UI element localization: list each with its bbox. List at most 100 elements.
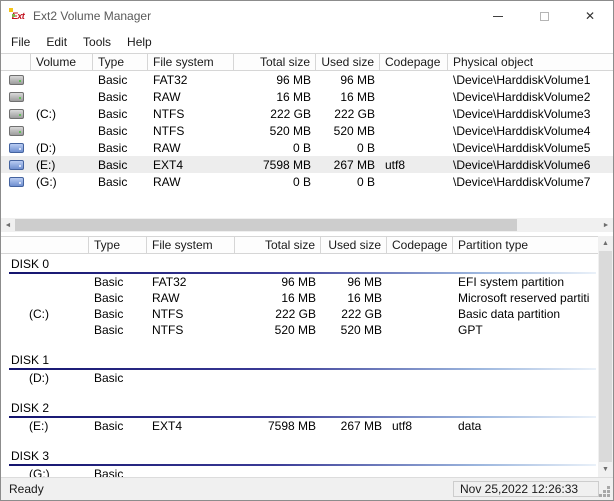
volume-icon-cell (1, 71, 31, 88)
scroll-up-button[interactable]: ▲ (598, 236, 613, 251)
volume-icon-cell (1, 173, 31, 190)
type-cell: Basic (94, 307, 124, 321)
volume-icon-cell (1, 88, 31, 105)
column-header-physical-object[interactable]: Physical object (448, 54, 613, 70)
vertical-scroll-track[interactable] (598, 251, 613, 462)
total-size-cell: 0 B (292, 140, 311, 155)
used-size-cell (321, 466, 387, 477)
volume-cell (31, 122, 93, 139)
total-size-cell: 96 MB (276, 72, 311, 87)
type-cell: Basic (94, 323, 124, 337)
menu-item-edit[interactable]: Edit (38, 32, 75, 52)
physical-object-cell: \Device\HarddiskVolume5 (453, 140, 591, 155)
used-size-cell: 520 MB (333, 123, 375, 138)
used-size-cell: 520 MB (340, 323, 382, 337)
file-system-cell (147, 466, 235, 477)
volume-row[interactable]: (E:) Basic EXT4 7598 MB 267 MB utf8 \Device\Ha… (1, 156, 613, 173)
volume-row[interactable]: (D:) Basic RAW 0 B 0 B \Device\HarddiskVolume… (1, 139, 613, 156)
horizontal-scroll-track[interactable] (15, 218, 599, 232)
maximize-button[interactable] (521, 1, 567, 31)
horizontal-scrollbar[interactable]: ◄ ► (1, 218, 613, 232)
type-cell: Basic (98, 106, 128, 121)
volume-row[interactable]: Basic NTFS 520 MB 520 MB \Device\HarddiskVol… (1, 122, 613, 139)
column-header-used-size[interactable]: Used size (316, 54, 380, 70)
total-size-cell: 7598 MB (262, 157, 311, 172)
used-size-cell: 222 GB (334, 106, 375, 121)
physical-object-cell: \Device\HarddiskVolume4 (453, 123, 591, 138)
physical-object-cell: \Device\HarddiskVolume7 (453, 174, 591, 189)
column-header-file-system[interactable]: File system (148, 54, 234, 70)
column-header-volume[interactable] (1, 237, 89, 253)
partition-row[interactable]: (C:) Basic NTFS 222 GB 222 GB Basic data part… (1, 306, 598, 322)
type-cell: Basic (98, 174, 128, 189)
file-system-cell: NTFS (152, 323, 184, 337)
partition-row[interactable]: (E:) Basic EXT4 7598 MB 267 MB utf8 data (1, 418, 598, 434)
scroll-up-icon: ▲ (602, 240, 609, 247)
codepage-cell (380, 173, 448, 190)
minimize-icon (493, 15, 503, 17)
partition-row[interactable]: Basic FAT32 96 MB 96 MB EFI system partition (1, 274, 598, 290)
horizontal-scroll-thumb[interactable] (15, 219, 518, 231)
type-cell: Basic (94, 419, 124, 433)
physical-object-cell: \Device\HarddiskVolume6 (453, 157, 591, 172)
volume-row[interactable]: Basic RAW 16 MB 16 MB \Device\HarddiskVolume… (1, 88, 613, 105)
file-system-cell: NTFS (153, 106, 185, 121)
volume-row[interactable]: (G:) Basic RAW 0 B 0 B \Device\HarddiskVolume… (1, 173, 613, 190)
volume-cell: (D:) (29, 371, 49, 385)
close-button[interactable]: ✕ (567, 1, 613, 31)
total-size-cell: 16 MB (281, 291, 316, 305)
title-bar[interactable]: Ext Ext2 Volume Manager ✕ (1, 1, 613, 31)
column-header-total-size[interactable]: Total size (234, 54, 316, 70)
partition-row[interactable]: (G:) Basic (1, 466, 598, 477)
partition-row[interactable]: Basic RAW 16 MB 16 MB Microsoft reserved par… (1, 290, 598, 306)
partition-type-cell: Basic data partition (458, 307, 561, 321)
volumes-header: Volume Type File system Total size Used size… (1, 53, 613, 71)
volume-cell: (D:) (36, 140, 56, 155)
volume-cell: (C:) (36, 106, 56, 121)
gray-drive-icon (8, 74, 24, 85)
column-header-partition-type[interactable]: Partition type (453, 237, 613, 253)
column-header-type[interactable]: Type (93, 54, 148, 70)
volume-cell (31, 88, 93, 105)
partition-type-cell: data (458, 419, 482, 433)
blue-drive-icon (8, 176, 24, 187)
disk-group: DISK 2 (E:) Basic EXT4 7598 MB 267 MB utf8 data (1, 401, 598, 434)
codepage-cell (380, 122, 448, 139)
used-size-cell: 222 GB (341, 307, 382, 321)
column-header-volume[interactable]: Volume (31, 54, 93, 70)
column-header-type[interactable]: Type (89, 237, 147, 253)
column-header-codepage[interactable]: Codepage (380, 54, 448, 70)
type-cell: Basic (94, 371, 124, 385)
window-title: Ext2 Volume Manager (33, 9, 152, 23)
menu-item-file[interactable]: File (3, 32, 38, 52)
resize-grip[interactable] (607, 494, 610, 497)
type-cell: Basic (94, 291, 124, 305)
menu-item-tools[interactable]: Tools (75, 32, 119, 52)
volume-row[interactable]: Basic FAT32 96 MB 96 MB \Device\HarddiskVolu… (1, 71, 613, 88)
scroll-left-button[interactable]: ◄ (1, 218, 15, 232)
partition-row[interactable]: (D:) Basic (1, 370, 598, 386)
partition-type-cell: EFI system partition (458, 275, 565, 289)
disks-list: DISK 0 Basic FAT32 96 MB 96 MB EFI system par… (1, 254, 598, 477)
menu-bar: File Edit Tools Help (1, 31, 613, 53)
used-size-cell: 267 MB (333, 157, 375, 172)
scroll-right-button[interactable]: ► (599, 218, 613, 232)
partition-type-cell (453, 370, 598, 386)
menu-item-help[interactable]: Help (119, 32, 160, 52)
partition-row[interactable]: Basic NTFS 520 MB 520 MB GPT (1, 322, 598, 338)
volume-row[interactable]: (C:) Basic NTFS 222 GB 222 GB \Device\Harddis… (1, 105, 613, 122)
column-header-codepage[interactable]: Codepage (387, 237, 453, 253)
minimize-button[interactable] (475, 1, 521, 31)
column-header-total-size[interactable]: Total size (235, 237, 321, 253)
column-header-icon[interactable] (1, 54, 31, 70)
file-system-cell: RAW (152, 291, 180, 305)
column-header-used-size[interactable]: Used size (321, 237, 387, 253)
column-header-file-system[interactable]: File system (147, 237, 235, 253)
physical-object-cell: \Device\HarddiskVolume3 (453, 106, 591, 121)
vertical-scroll-thumb[interactable] (599, 251, 612, 462)
vertical-scrollbar[interactable]: ▲ ▼ (598, 236, 613, 477)
type-cell: Basic (94, 467, 124, 477)
scroll-down-button[interactable]: ▼ (598, 462, 613, 477)
total-size-cell: 520 MB (269, 123, 311, 138)
file-system-cell: RAW (153, 140, 181, 155)
